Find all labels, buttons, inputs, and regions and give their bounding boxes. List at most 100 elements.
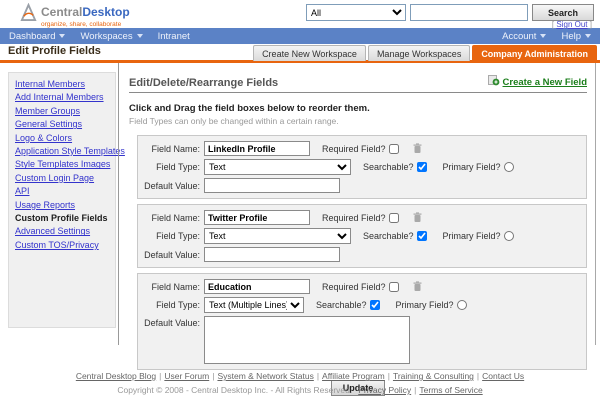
logo-word-desktop: Desktop: [82, 5, 129, 19]
footer-link-system-network-status[interactable]: System & Network Status: [217, 371, 313, 381]
footer-link-terms-of-service[interactable]: Terms of Service: [419, 385, 482, 395]
top-header: CentralDesktop organize, share, collabor…: [0, 0, 600, 28]
field-type-label: Field Type:: [144, 300, 200, 310]
page-head: Edit Profile Fields Create New Workspace…: [0, 44, 600, 63]
field-box-twitter-profile[interactable]: Field Name: Required Field? Field Type: …: [137, 204, 587, 268]
field-box-linkedin-profile[interactable]: Field Name: Required Field? Field Type: …: [137, 135, 587, 199]
footer-link-privacy-policy[interactable]: Privacy Policy: [358, 385, 411, 395]
field-name-input[interactable]: [204, 210, 310, 225]
tab-create-new-workspace[interactable]: Create New Workspace: [253, 45, 366, 61]
footer-separator: |: [388, 371, 390, 381]
default-value-textarea[interactable]: [204, 316, 410, 364]
footer-link-blog[interactable]: Central Desktop Blog: [76, 371, 156, 381]
sidebar-item-style-templates-images[interactable]: Style Templates Images: [15, 158, 112, 171]
footer-separator: |: [159, 371, 161, 381]
footer-separator: |: [317, 371, 319, 381]
field-box-education[interactable]: Field Name: Required Field? Field Type: …: [137, 273, 587, 370]
footer-link-affiliate-program[interactable]: Affiliate Program: [322, 371, 385, 381]
primary-field-label: Primary Field?: [396, 300, 454, 310]
field-type-label: Field Type:: [144, 231, 200, 241]
nav-item-account[interactable]: Account: [502, 31, 546, 42]
trash-icon: [413, 211, 422, 226]
footer-separator: |: [477, 371, 479, 381]
centraldesktop-logo[interactable]: CentralDesktop organize, share, collabor…: [20, 3, 130, 28]
field-type-select[interactable]: Text (Multiple Lines): [204, 297, 304, 313]
create-new-field-link[interactable]: Create a New Field: [488, 75, 587, 89]
sidebar-item-add-internal-members[interactable]: Add Internal Members: [15, 91, 112, 104]
copyright-text: Copyright © 2008 - Central Desktop Inc. …: [117, 385, 352, 395]
sidebar-item-member-groups[interactable]: Member Groups: [15, 105, 112, 118]
logo-word-central: Central: [41, 5, 82, 19]
sidebar-item-custom-profile-fields: Custom Profile Fields: [15, 212, 112, 225]
field-row: Default Value:: [144, 316, 580, 364]
primary-field-label: Primary Field?: [443, 162, 501, 172]
sidebar-item-usage-reports[interactable]: Usage Reports: [15, 199, 112, 212]
section-heading: Edit/Delete/Rearrange Fields: [129, 77, 278, 89]
signout-link[interactable]: Sign Out: [556, 20, 587, 29]
nav-account-label: Account: [502, 31, 536, 42]
default-value-input[interactable]: [204, 247, 340, 262]
searchable-checkbox[interactable]: [370, 300, 380, 310]
chevron-down-icon: [137, 34, 143, 38]
primary-field-radio[interactable]: [457, 300, 467, 310]
searchable-checkbox[interactable]: [417, 231, 427, 241]
signout-bracket-close: ]: [590, 20, 592, 29]
default-value-input[interactable]: [204, 178, 340, 193]
instruction-note: Field Types can only be changed within a…: [129, 116, 587, 126]
page-title: Edit Profile Fields: [8, 45, 101, 57]
footer-separator: |: [414, 385, 416, 395]
centraldesktop-logo-icon: [20, 3, 37, 27]
sidebar-item-api[interactable]: API: [15, 185, 112, 198]
search-scope-select[interactable]: All: [306, 4, 406, 21]
field-type-select[interactable]: Text: [204, 159, 351, 175]
required-field-label: Required Field?: [322, 144, 386, 154]
footer-links-row: Central Desktop Blog|User Forum|System &…: [0, 371, 600, 381]
footer-link-training-consulting[interactable]: Training & Consulting: [393, 371, 474, 381]
nav-dashboard-label: Dashboard: [9, 31, 55, 42]
admin-sidebar: Internal Members Add Internal Members Me…: [8, 72, 116, 328]
nav-intranet-label: Intranet: [158, 31, 190, 42]
delete-field-button[interactable]: [413, 143, 422, 154]
field-type-select[interactable]: Text: [204, 228, 351, 244]
sidebar-item-advanced-settings[interactable]: Advanced Settings: [15, 225, 112, 238]
required-field-checkbox[interactable]: [389, 144, 399, 154]
search-button[interactable]: Search: [532, 4, 594, 21]
footer-separator: |: [212, 371, 214, 381]
required-field-checkbox[interactable]: [389, 213, 399, 223]
tab-company-administration[interactable]: Company Administration: [472, 45, 597, 61]
field-row: Field Name: Required Field?: [144, 279, 580, 294]
delete-field-button[interactable]: [413, 212, 422, 223]
nav-help-label: Help: [561, 31, 581, 42]
footer-link-user-forum[interactable]: User Forum: [164, 371, 209, 381]
footer-link-contact-us[interactable]: Contact Us: [482, 371, 524, 381]
field-name-input[interactable]: [204, 141, 310, 156]
delete-field-button[interactable]: [413, 281, 422, 292]
searchable-label: Searchable?: [363, 231, 414, 241]
primary-field-radio[interactable]: [504, 162, 514, 172]
tab-manage-workspaces[interactable]: Manage Workspaces: [368, 45, 470, 61]
field-row: Field Type: Text Searchable? Primary Fie…: [144, 228, 580, 244]
required-field-checkbox[interactable]: [389, 282, 399, 292]
field-name-input[interactable]: [204, 279, 310, 294]
sidebar-item-application-style-templates[interactable]: Application Style Templates: [15, 145, 112, 158]
nav-item-dashboard[interactable]: Dashboard: [9, 31, 65, 42]
primary-field-radio[interactable]: [504, 231, 514, 241]
required-field-label: Required Field?: [322, 282, 386, 292]
nav-item-workspaces[interactable]: Workspaces: [80, 31, 142, 42]
field-row: Field Name: Required Field?: [144, 210, 580, 225]
search-input[interactable]: [410, 4, 528, 21]
sidebar-item-custom-tos-privacy[interactable]: Custom TOS/Privacy: [15, 239, 112, 252]
default-value-label: Default Value:: [144, 250, 200, 260]
nav-item-help[interactable]: Help: [561, 31, 591, 42]
field-name-label: Field Name:: [144, 144, 200, 154]
required-field-label: Required Field?: [322, 213, 386, 223]
sidebar-item-custom-login-page[interactable]: Custom Login Page: [15, 172, 112, 185]
sidebar-item-internal-members[interactable]: Internal Members: [15, 78, 112, 91]
chevron-down-icon: [59, 34, 65, 38]
searchable-checkbox[interactable]: [417, 162, 427, 172]
field-row: Default Value:: [144, 178, 580, 193]
default-value-label: Default Value:: [144, 181, 200, 191]
sidebar-item-logo-colors[interactable]: Logo & Colors: [15, 132, 112, 145]
sidebar-item-general-settings[interactable]: General Settings: [15, 118, 112, 131]
nav-item-intranet[interactable]: Intranet: [158, 31, 190, 42]
